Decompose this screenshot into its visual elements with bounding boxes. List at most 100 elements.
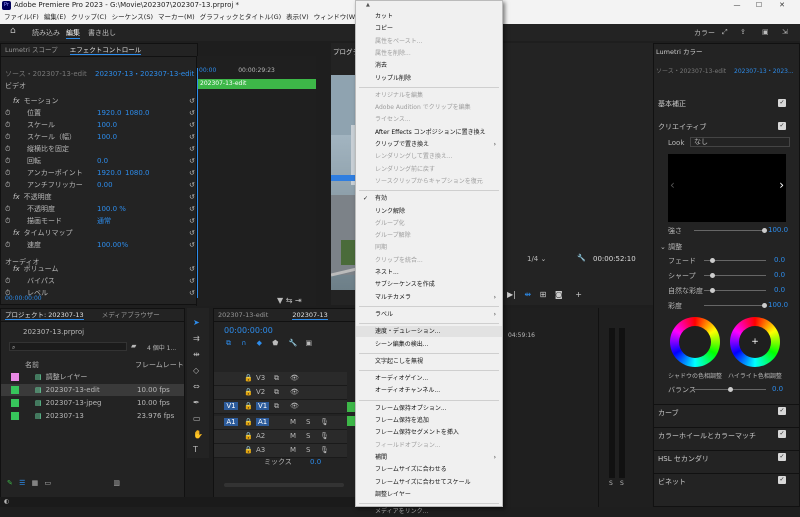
context-menu-item[interactable]: マルチカメラ › — [356, 292, 502, 303]
reset-icon[interactable]: ↺ — [189, 276, 195, 287]
lock-icon[interactable]: 🔒 — [244, 446, 253, 454]
tab-effect-controls[interactable]: エフェクトコントロール — [69, 46, 142, 55]
track-header[interactable]: 🔒 V2 ⧉ 👁 — [214, 386, 347, 400]
edit-tab[interactable]: 編集 — [66, 28, 80, 38]
eye-icon[interactable]: 👁 — [290, 388, 299, 396]
tab-sequence[interactable]: 202307-13 — [292, 311, 328, 320]
track-header[interactable]: A1 🔒 A1 M S 🎙 — [214, 416, 347, 430]
timeline-track-area[interactable]: 04:59:16 — [503, 308, 598, 507]
reset-icon[interactable]: ↺ — [189, 240, 195, 251]
intensity-value[interactable]: 100.0 — [768, 226, 788, 234]
effect-param-value[interactable]: 0.0 — [97, 156, 108, 167]
selection-tool-icon[interactable]: ➤ — [193, 318, 200, 327]
color-workspace-label[interactable]: カラー — [694, 28, 715, 38]
type-tool-icon[interactable]: T — [193, 445, 198, 454]
track-header[interactable]: V1 🔒 V1 ⧉ 👁 — [214, 400, 347, 414]
effect-mini-timeline[interactable]: 00:00 00:00:29:23 202307-13-edit ▼ ⇆ ⇥ — [196, 56, 316, 306]
effect-row[interactable]: ⏱ 位置 1920.0 1080.0 ↺ — [5, 108, 195, 119]
mute-button[interactable]: M — [290, 432, 296, 440]
adjust-slider[interactable] — [704, 273, 766, 278]
column-rate-header[interactable]: フレームレート — [135, 360, 184, 370]
reset-icon[interactable]: ↺ — [189, 216, 195, 227]
menu-item-7[interactable]: ウィンドウ(W) — [314, 13, 358, 21]
look-dropdown[interactable]: なし — [690, 137, 790, 147]
context-menu-item[interactable]: フレーム保持を追加 — [356, 415, 502, 426]
shadow-color-wheel[interactable] — [670, 317, 720, 367]
slider-value[interactable]: 0.0 — [774, 256, 785, 264]
slider-value[interactable]: 0.0 — [774, 271, 785, 279]
project-search-input[interactable]: ⌕ — [9, 342, 127, 351]
reset-icon[interactable]: ↺ — [189, 204, 195, 215]
reset-icon[interactable]: ↺ — [189, 156, 195, 167]
context-menu-item[interactable]: オーディオゲイン... — [356, 373, 502, 384]
context-menu-item[interactable]: 補間 › — [356, 452, 502, 463]
basic-correction-header[interactable]: 基本補正 — [658, 99, 686, 109]
section-checkbox[interactable]: ✓ — [778, 453, 786, 461]
effect-row[interactable]: ⏱ 速度 100.00% ↺ — [5, 240, 195, 251]
stopwatch-icon[interactable]: ⏱ — [5, 240, 23, 251]
reset-icon[interactable]: ↺ — [189, 228, 195, 239]
label-swatch[interactable] — [11, 373, 19, 381]
stopwatch-icon[interactable]: ⏱ — [5, 144, 23, 155]
add-button-icon[interactable]: + — [575, 290, 582, 299]
label-swatch[interactable] — [11, 399, 19, 407]
play-icon[interactable]: ▶| — [507, 290, 516, 299]
context-menu-item[interactable]: コピー — [356, 23, 502, 34]
intensity-slider[interactable] — [694, 228, 767, 233]
creative-header[interactable]: クリエイティブ — [658, 122, 706, 132]
highlight-color-wheel[interactable]: + — [730, 317, 780, 367]
slip-icon[interactable]: ⇔ — [193, 382, 200, 391]
reset-icon[interactable]: ↺ — [189, 168, 195, 179]
effect-param-value[interactable]: 0.00 — [97, 180, 113, 191]
hand-icon[interactable]: ✋ — [193, 430, 203, 439]
lumetri-section[interactable]: カーブ ✓ — [654, 404, 799, 418]
label-swatch[interactable] — [11, 386, 19, 394]
effect-row[interactable]: fx 不透明度 ↺ — [5, 192, 195, 203]
context-menu-item[interactable]: フレームサイズに合わせてスケール — [356, 477, 502, 488]
context-menu-item[interactable]: 文字起こしを無視 — [356, 356, 502, 367]
track-header[interactable]: 🔒 V3 ⧉ 👁 — [214, 372, 347, 386]
effect-param-value[interactable]: 100.0 — [97, 120, 117, 131]
compare-icon[interactable]: ⊞ — [540, 290, 547, 299]
marker-icon[interactable]: ⬟ — [272, 339, 278, 347]
sync-lock-icon[interactable]: ⧉ — [274, 402, 279, 411]
context-menu-item[interactable]: 調整レイヤー — [356, 489, 502, 500]
solo-left[interactable]: S — [609, 480, 613, 487]
effect-row[interactable]: ⏱ スケール 100.0 ↺ — [5, 120, 195, 131]
slider-knob[interactable] — [710, 258, 715, 263]
tab-project[interactable]: プロジェクト: 202307-13 — [5, 311, 84, 320]
reset-icon[interactable]: ↺ — [189, 192, 195, 203]
fit-dropdown[interactable]: 1/4 ⌄ — [527, 255, 546, 263]
effect-param-value[interactable]: 100.0 % — [97, 204, 126, 215]
context-menu-item[interactable]: オーディオチャンネル... — [356, 385, 502, 396]
source-patch[interactable]: A1 — [224, 418, 238, 426]
export-tab[interactable]: 書き出し — [88, 28, 116, 38]
adjust-slider[interactable] — [704, 288, 766, 293]
ripple-edit-icon[interactable]: ⇹ — [193, 350, 200, 359]
adjust-slider[interactable] — [704, 258, 766, 263]
reset-icon[interactable]: ↺ — [189, 288, 195, 299]
import-tab[interactable]: 読み込み — [32, 28, 60, 38]
balance-knob[interactable] — [728, 387, 733, 392]
menu-item-6[interactable]: 表示(V) — [286, 13, 309, 21]
section-checkbox[interactable]: ✓ — [778, 476, 786, 484]
status-icon[interactable]: ◐ — [4, 498, 9, 505]
lock-icon[interactable]: 🔒 — [244, 418, 253, 426]
mute-button[interactable]: M — [290, 418, 296, 426]
stopwatch-icon[interactable]: ⏱ — [5, 216, 23, 227]
context-menu-item[interactable]: ネスト... — [356, 267, 502, 278]
source-label[interactable]: ソース・202307-13-edit — [5, 70, 87, 78]
label-swatch[interactable] — [11, 412, 19, 420]
progress-icon[interactable]: ⇲ — [782, 28, 788, 36]
context-menu-item[interactable]: フレーム保持オプション... — [356, 403, 502, 414]
reset-icon[interactable]: ↺ — [189, 180, 195, 191]
snap-icon[interactable]: ⧉ — [226, 339, 231, 347]
lumetri-section[interactable]: ビネット ✓ — [654, 473, 799, 487]
effect-param-value2[interactable]: 1080.0 — [125, 168, 150, 179]
menu-item-3[interactable]: シーケンス(S) — [112, 13, 153, 21]
stopwatch-icon[interactable]: ⏱ — [5, 120, 23, 131]
solo-button[interactable]: S — [306, 418, 310, 426]
effect-param-value[interactable]: 100.00% — [97, 240, 128, 251]
tab-sequence-edit[interactable]: 202307-13-edit — [218, 311, 268, 319]
tab-lumetri-scopes[interactable]: Lumetri スコープ — [5, 46, 58, 54]
